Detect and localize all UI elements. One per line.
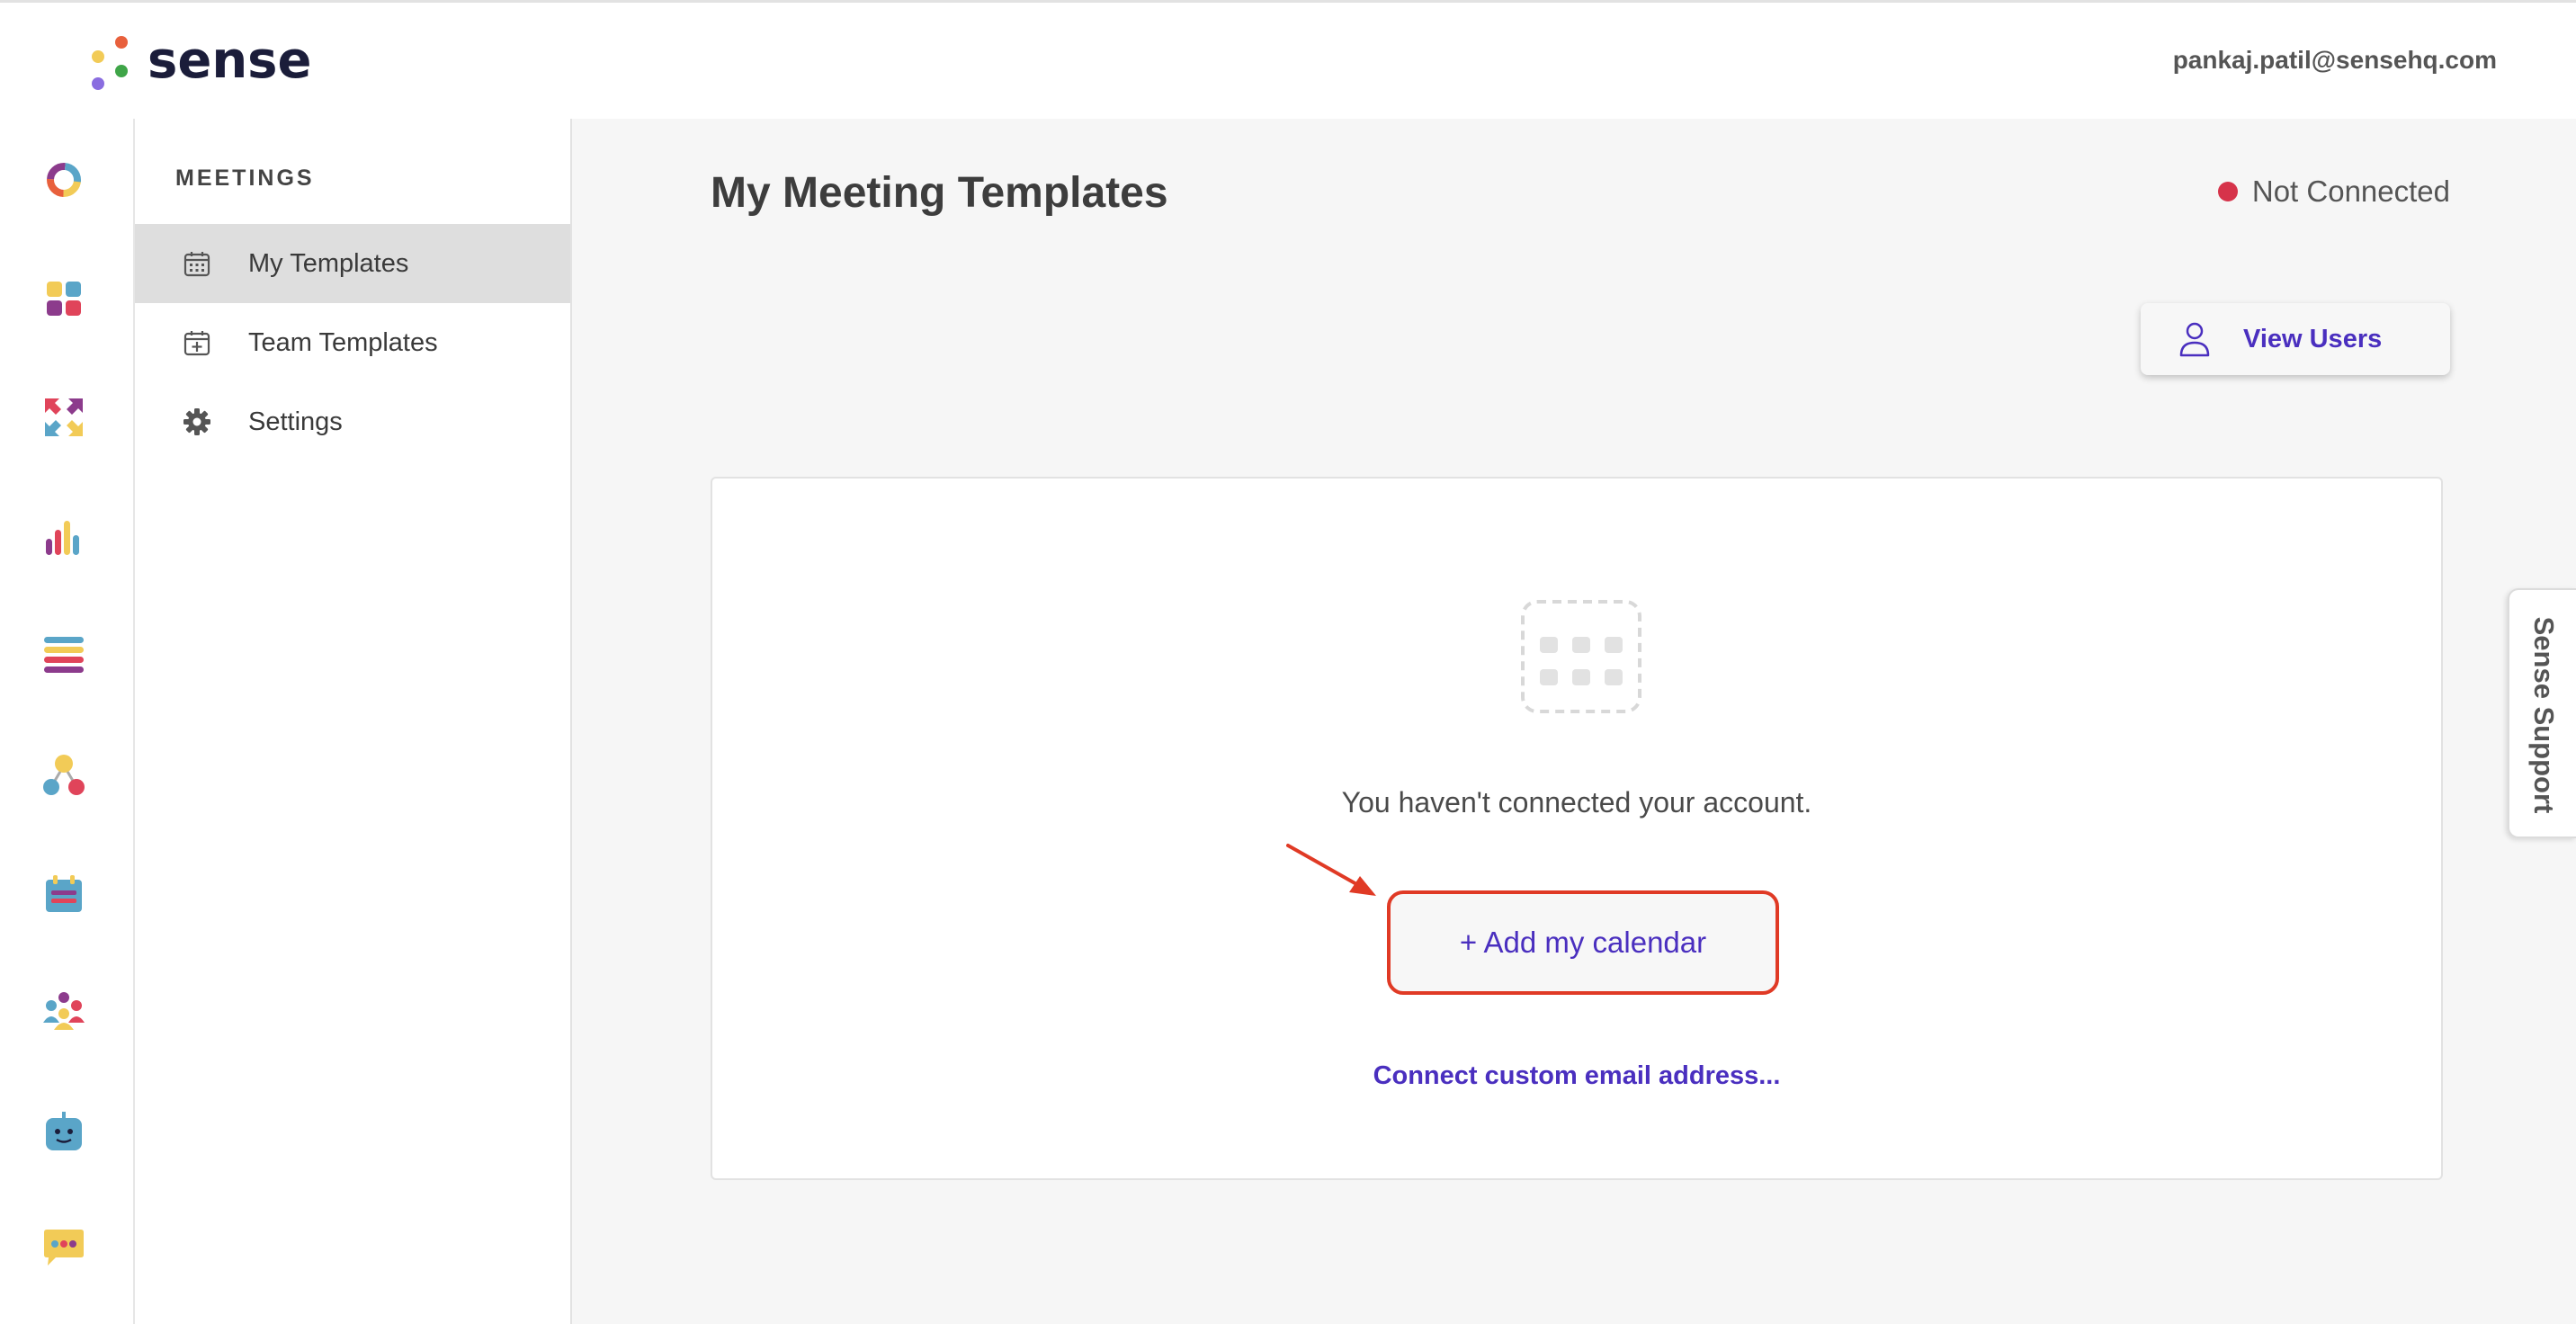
arrows-exchange-icon[interactable] [40,394,87,441]
support-label: Sense Support [2528,616,2560,814]
sense-logo[interactable]: sense [88,30,312,93]
icon-rail [0,119,135,1324]
status-dot-icon [2217,182,2238,201]
sense-support-tab[interactable]: Sense Support [2508,588,2576,838]
subnav-item-settings[interactable]: Settings [135,382,570,461]
empty-state-card: You haven't connected your account. + Ad… [711,477,2443,1180]
page-title: My Meeting Templates [711,169,1168,217]
calendar-plus-icon [182,327,212,358]
connect-custom-email-link[interactable]: Connect custom email address... [712,1061,2441,1091]
chat-icon[interactable] [40,1225,87,1272]
subnav-item-my-templates[interactable]: My Templates [135,224,570,303]
view-users-label: View Users [2243,324,2383,353]
subnav-item-label: My Templates [248,248,409,278]
user-email[interactable]: pankaj.patil@sensehq.com [2173,46,2497,75]
subnav-item-label: Team Templates [248,327,438,357]
meetings-subnav: MEETINGS My Templates Team Templates Set… [135,119,572,1324]
gear-icon [182,407,212,437]
logo-dots-icon [88,32,130,90]
subnav-item-team-templates[interactable]: Team Templates [135,303,570,382]
calendar-grid-icon [182,248,212,279]
annotation-arrow-icon [1286,844,1376,896]
list-icon[interactable] [40,631,87,678]
top-header: sense pankaj.patil@sensehq.com [0,0,2576,119]
user-icon [2178,321,2211,357]
main-content: My Meeting Templates Not Connected View … [572,119,2576,1324]
calendar-icon[interactable] [40,871,87,917]
connection-status: Not Connected [2217,174,2450,209]
workflow-icon[interactable] [40,752,87,799]
add-calendar-button[interactable]: + Add my calendar [1387,890,1779,995]
logo-wordmark: sense [148,31,312,90]
status-label: Not Connected [2251,174,2450,208]
subnav-item-label: Settings [248,407,343,436]
view-users-button[interactable]: View Users [2141,303,2450,375]
bar-chart-icon[interactable] [40,514,87,561]
apps-grid-icon[interactable] [40,275,87,322]
subnav-heading: MEETINGS [175,166,315,191]
bot-icon[interactable] [40,1108,87,1155]
empty-calendar-icon [1520,599,1642,714]
empty-state-message: You haven't connected your account. [1341,786,1812,819]
donut-chart-icon[interactable] [40,157,87,203]
people-icon[interactable] [40,988,87,1034]
